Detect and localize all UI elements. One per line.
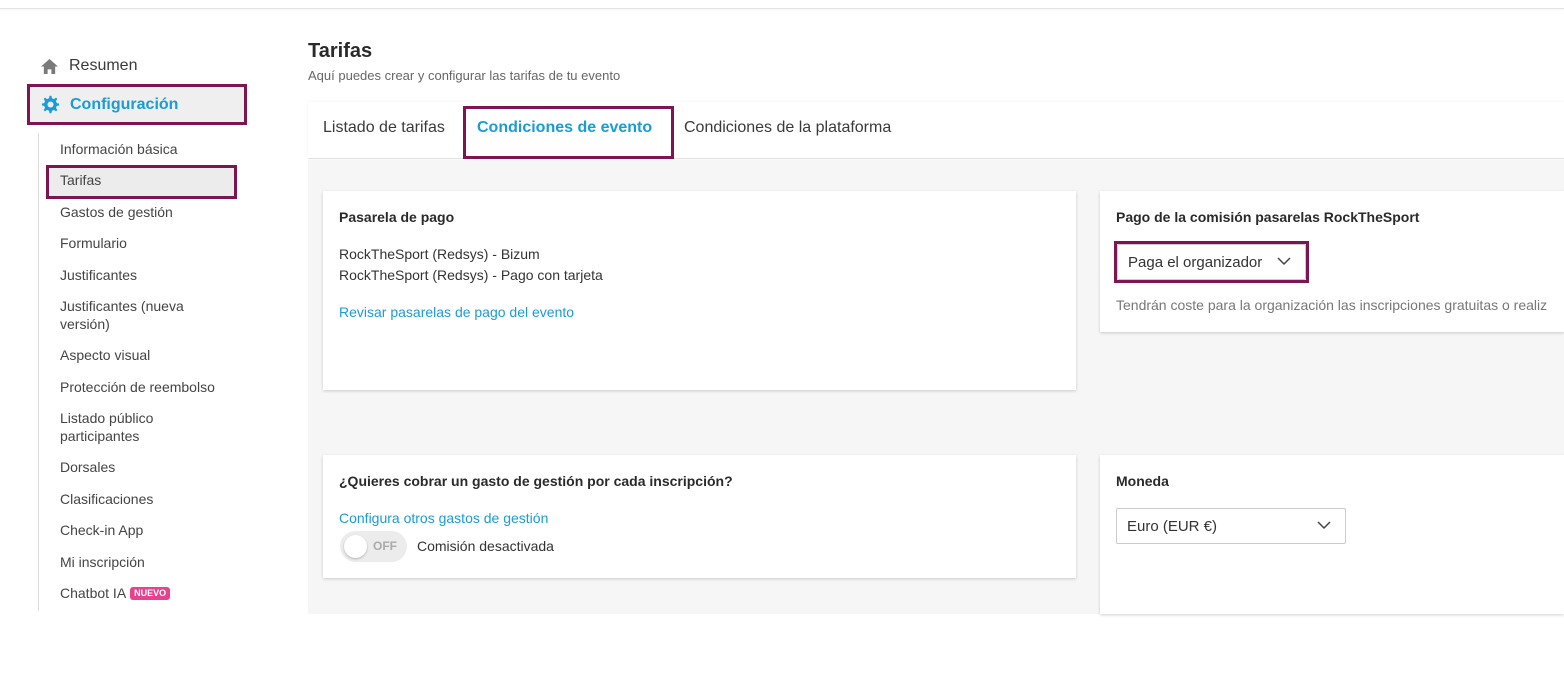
nav-resumen[interactable]: Resumen bbox=[40, 54, 137, 78]
commission-title: Pago de la comisión pasarelas RockTheSpo… bbox=[1116, 209, 1420, 225]
commission-select-highlight bbox=[1114, 241, 1309, 283]
currency-select[interactable]: Euro (EUR €) bbox=[1116, 508, 1346, 544]
submenu-divider bbox=[38, 133, 39, 611]
toggle-state-label: OFF bbox=[373, 539, 397, 553]
page-subtitle: Aquí puedes crear y configurar las tarif… bbox=[308, 68, 621, 83]
submenu-item-justificantes[interactable]: Justificantes bbox=[60, 266, 220, 284]
commission-note: Tendrán coste para la organización las i… bbox=[1116, 297, 1548, 313]
submenu-item-gastos-gestion[interactable]: Gastos de gestión bbox=[60, 203, 220, 221]
tab-listado-tarifas[interactable]: Listado de tarifas bbox=[323, 119, 445, 137]
management-fee-status: Comisión desactivada bbox=[417, 538, 554, 554]
tab-condiciones-evento[interactable]: Condiciones de evento bbox=[477, 119, 652, 137]
submenu-item-checkin-app[interactable]: Check-in App bbox=[60, 521, 220, 539]
submenu-item-mi-inscripcion[interactable]: Mi inscripción bbox=[60, 553, 220, 571]
payment-gateway-title: Pasarela de pago bbox=[339, 209, 455, 225]
page-title: Tarifas bbox=[308, 40, 373, 62]
submenu-item-chatbot-ia[interactable]: Chatbot IA NUEVO bbox=[60, 584, 220, 602]
submenu-item-proteccion-reembolso[interactable]: Protección de reembolso bbox=[60, 378, 220, 396]
home-icon bbox=[41, 58, 58, 74]
currency-value: Euro (EUR €) bbox=[1127, 517, 1218, 535]
management-fee-toggle[interactable]: OFF bbox=[340, 531, 407, 562]
submenu-item-formulario[interactable]: Formulario bbox=[60, 234, 220, 252]
top-bar bbox=[0, 0, 1564, 9]
submenu-item-clasificaciones[interactable]: Clasificaciones bbox=[60, 490, 220, 508]
submenu-item-listado-publico[interactable]: Listado público participantes bbox=[60, 409, 170, 445]
payment-method-bizum: RockTheSport (Redsys) - Bizum bbox=[339, 246, 540, 262]
review-gateways-link[interactable]: Revisar pasarelas de pago del evento bbox=[339, 304, 574, 320]
configure-fees-link[interactable]: Configura otros gastos de gestión bbox=[339, 510, 548, 526]
toggle-knob bbox=[344, 535, 367, 558]
new-badge: NUEVO bbox=[130, 587, 171, 600]
submenu-item-tarifas[interactable]: Tarifas bbox=[60, 171, 220, 189]
submenu-item-dorsales[interactable]: Dorsales bbox=[60, 458, 220, 476]
chevron-down-icon bbox=[1317, 521, 1331, 530]
nav-configuracion[interactable]: Configuración bbox=[27, 84, 247, 125]
gear-icon bbox=[41, 95, 60, 114]
submenu-item-aspecto-visual[interactable]: Aspecto visual bbox=[60, 346, 220, 364]
nav-configuracion-label: Configuración bbox=[70, 95, 179, 113]
currency-title: Moneda bbox=[1116, 473, 1169, 489]
payment-method-tarjeta: RockTheSport (Redsys) - Pago con tarjeta bbox=[339, 267, 603, 283]
submenu-item-chatbot-label: Chatbot IA bbox=[60, 585, 127, 601]
tab-condiciones-plataforma[interactable]: Condiciones de la plataforma bbox=[684, 119, 891, 137]
management-fee-title: ¿Quieres cobrar un gasto de gestión por … bbox=[339, 473, 733, 489]
submenu-item-justificantes-nueva[interactable]: Justificantes (nueva versión) bbox=[60, 297, 200, 333]
submenu-item-informacion-basica[interactable]: Información básica bbox=[60, 140, 220, 158]
nav-resumen-label: Resumen bbox=[69, 57, 138, 74]
